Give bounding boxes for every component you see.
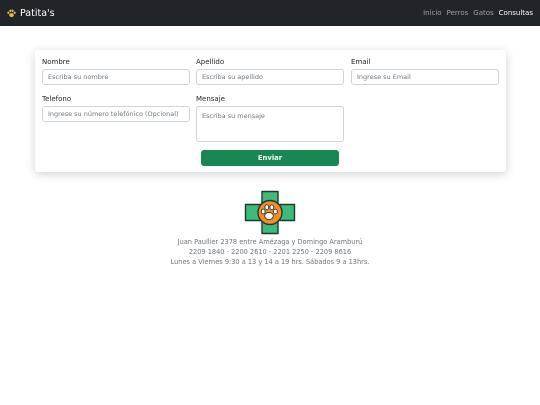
telefono-input[interactable]: [42, 106, 190, 122]
navbar: Patita's Inicio Perros Gatos Consultas: [0, 0, 540, 26]
mensaje-textarea[interactable]: [196, 106, 344, 142]
email-label: Email: [351, 58, 371, 66]
nav-link-inicio[interactable]: Inicio: [423, 9, 442, 17]
telefono-label: Telefono: [42, 95, 72, 103]
email-input[interactable]: [351, 69, 499, 85]
telefono-field: Telefono: [42, 95, 190, 122]
apellido-label: Apellido: [196, 58, 225, 66]
nav-link-perros[interactable]: Perros: [447, 9, 469, 17]
footer-hours: Lunes a Viernes 9:30 a 13 y 14 a 19 hrs.…: [170, 258, 370, 266]
contact-form-card: Nombre Apellido Email Telefono Mensaje E…: [35, 50, 506, 172]
email-field: Email: [351, 58, 499, 85]
apellido-field: Apellido: [196, 58, 344, 85]
mensaje-label: Mensaje: [196, 95, 225, 103]
enviar-button[interactable]: Enviar: [201, 150, 339, 166]
apellido-input[interactable]: [196, 69, 344, 85]
brand-name: Patita's: [20, 7, 55, 19]
nav-link-consultas[interactable]: Consultas: [499, 9, 533, 17]
brand[interactable]: Patita's: [6, 0, 55, 26]
nombre-input[interactable]: [42, 69, 190, 85]
footer-phones: 2209 1840 - 2200 2610 - 2201 2250 - 2209…: [188, 248, 352, 256]
paw-icon: [7, 8, 16, 17]
nombre-label: Nombre: [42, 58, 70, 66]
nav-link-gatos[interactable]: Gatos: [473, 9, 493, 17]
nav-links: Inicio Perros Gatos Consultas: [418, 0, 533, 26]
mensaje-field: Mensaje: [196, 95, 344, 142]
vet-cross-paw-icon: [244, 190, 296, 235]
nombre-field: Nombre: [42, 58, 190, 85]
footer-address: Juan Paullier 2378 entre Amézaga y Domin…: [177, 238, 363, 246]
footer: Juan Paullier 2378 entre Amézaga y Domin…: [0, 190, 540, 267]
